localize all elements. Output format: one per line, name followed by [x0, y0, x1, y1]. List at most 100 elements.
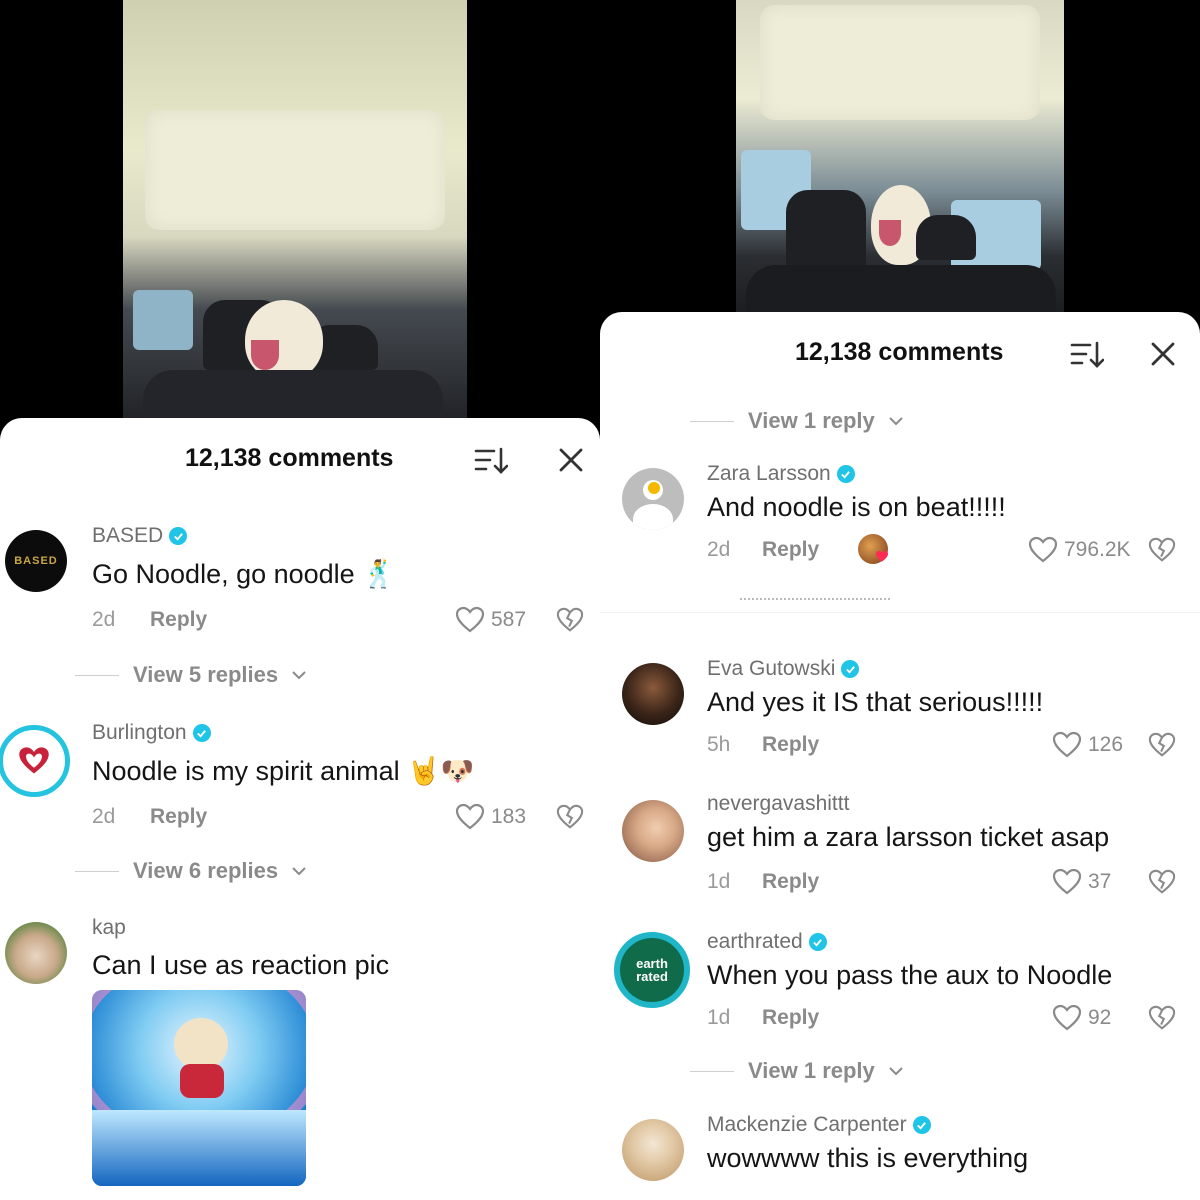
- car-seat-left: [786, 190, 866, 270]
- car-seat-right: [916, 215, 976, 260]
- verified-check-icon: [912, 1116, 931, 1134]
- comment-text: wowwww this is everything: [707, 1143, 1029, 1173]
- avatar-logo-text: earth rated: [636, 956, 668, 984]
- comment-username[interactable]: earthrated: [707, 930, 827, 954]
- chevron-down-icon: [889, 1067, 903, 1076]
- broken-heart-icon[interactable]: [1148, 731, 1176, 759]
- dog-illustration: [174, 1018, 228, 1070]
- car-sunroof: [145, 110, 445, 230]
- video-player[interactable]: [736, 0, 1064, 330]
- verified-check-icon: [192, 724, 211, 742]
- broken-heart-icon[interactable]: [1148, 536, 1176, 564]
- view-replies-label: View 1 reply: [748, 408, 875, 433]
- comment-item: Burlington Noodle is my spirit animal 🤘🐶…: [0, 715, 600, 835]
- avatar-logo-text: BASED: [14, 555, 58, 567]
- view-replies-button[interactable]: View 1 reply: [690, 1058, 903, 1084]
- broken-heart-icon[interactable]: [556, 803, 584, 831]
- avatar[interactable]: [622, 663, 684, 725]
- comment-item: Zara Larsson And noodle is on beat!!!!! …: [600, 458, 1200, 588]
- divider-line: [75, 674, 119, 676]
- like-button[interactable]: 37: [1052, 868, 1111, 896]
- comment-item: Eva Gutowski And yes it IS that serious!…: [600, 653, 1200, 783]
- comment-item: nevergavashittt get him a zara larsson t…: [600, 788, 1200, 918]
- heart-logo-icon: [19, 747, 49, 774]
- like-button[interactable]: 587: [455, 606, 526, 634]
- avatar[interactable]: [622, 468, 684, 530]
- reply-button[interactable]: Reply: [150, 608, 207, 632]
- broken-heart-icon[interactable]: [1148, 868, 1176, 896]
- comment-time: 5h: [707, 733, 731, 756]
- like-button[interactable]: 92: [1052, 1004, 1111, 1032]
- close-icon[interactable]: [1149, 340, 1177, 368]
- comment-time: 2d: [92, 805, 116, 828]
- comment-username[interactable]: Burlington: [92, 721, 211, 745]
- view-replies-button[interactable]: View 5 replies: [75, 662, 306, 688]
- chevron-down-icon: [292, 671, 306, 680]
- heart-outline-icon: [455, 606, 485, 633]
- reply-button[interactable]: Reply: [762, 733, 819, 757]
- broken-heart-icon[interactable]: [556, 606, 584, 634]
- view-replies-label: View 1 reply: [748, 1058, 875, 1083]
- avatar[interactable]: [622, 1119, 684, 1181]
- username-label: kap: [92, 916, 126, 939]
- reply-button[interactable]: Reply: [762, 870, 819, 894]
- verified-check-icon: [169, 527, 188, 545]
- car-window: [133, 290, 193, 350]
- avatar-placeholder-body: [633, 504, 673, 530]
- chevron-down-icon: [292, 867, 306, 876]
- car-sunroof: [760, 5, 1040, 120]
- comment-time: 1d: [707, 870, 731, 893]
- comment-username[interactable]: Mackenzie Carpenter: [707, 1113, 931, 1137]
- heart-outline-icon: [1052, 868, 1082, 895]
- comment-username[interactable]: Zara Larsson: [707, 462, 855, 486]
- comment-time: 2d: [92, 608, 116, 631]
- comment-username[interactable]: nevergavashittt: [707, 792, 849, 816]
- comment-username[interactable]: kap: [92, 916, 126, 940]
- comment-item: kap Can I use as reaction pic: [0, 910, 600, 1200]
- comment-text: Noodle is my spirit animal 🤘🐶: [92, 756, 475, 786]
- avatar[interactable]: earth rated: [614, 932, 690, 1008]
- comment-username[interactable]: BASED: [92, 524, 188, 548]
- username-label: Burlington: [92, 721, 187, 744]
- verified-check-icon: [808, 933, 827, 951]
- avatar[interactable]: [0, 725, 70, 797]
- chevron-down-icon: [889, 417, 903, 426]
- avatar[interactable]: BASED: [5, 530, 67, 592]
- heart-outline-icon: [455, 803, 485, 830]
- like-count: 92: [1088, 1006, 1112, 1029]
- broken-heart-icon[interactable]: [1148, 1004, 1176, 1032]
- avatar[interactable]: [5, 922, 67, 984]
- verified-check-icon: [836, 465, 855, 483]
- username-label: earthrated: [707, 930, 803, 953]
- like-button[interactable]: 183: [455, 803, 526, 831]
- left-screenshot-panel: 12,138 comments BASED BASED Go Noodle, g…: [0, 0, 600, 1200]
- clipped-view-replies: [740, 590, 900, 604]
- like-count: 126: [1088, 733, 1124, 756]
- like-button[interactable]: 796.2K: [1028, 536, 1131, 564]
- water-splash: [92, 1110, 306, 1186]
- video-player[interactable]: [123, 0, 467, 430]
- attached-image[interactable]: [92, 990, 306, 1186]
- comment-text: Can I use as reaction pic: [92, 950, 390, 980]
- reply-button[interactable]: Reply: [150, 805, 207, 829]
- like-button[interactable]: 126: [1052, 731, 1123, 759]
- comment-username[interactable]: Eva Gutowski: [707, 657, 860, 681]
- sheet-header: 12,138 comments: [0, 418, 600, 498]
- reply-button[interactable]: Reply: [762, 1006, 819, 1030]
- close-icon[interactable]: [557, 446, 585, 474]
- view-replies-button[interactable]: View 1 reply: [690, 408, 903, 434]
- username-label: Eva Gutowski: [707, 657, 836, 680]
- comments-count-title: 12,138 comments: [795, 338, 1004, 366]
- username-label: Zara Larsson: [707, 462, 831, 485]
- avatar[interactable]: [622, 800, 684, 862]
- comment-text: get him a zara larsson ticket asap: [707, 822, 1110, 852]
- sort-icon[interactable]: [474, 446, 508, 476]
- comment-item: earth rated earthrated When you pass the…: [600, 926, 1200, 1056]
- divider-line: [690, 1070, 734, 1072]
- sheet-header: 12,138 comments: [600, 312, 1200, 392]
- reply-button[interactable]: Reply: [762, 538, 819, 562]
- comment-time: 2d: [707, 538, 731, 561]
- view-replies-button[interactable]: View 6 replies: [75, 858, 306, 884]
- divider-line: [75, 870, 119, 872]
- sort-icon[interactable]: [1070, 340, 1104, 370]
